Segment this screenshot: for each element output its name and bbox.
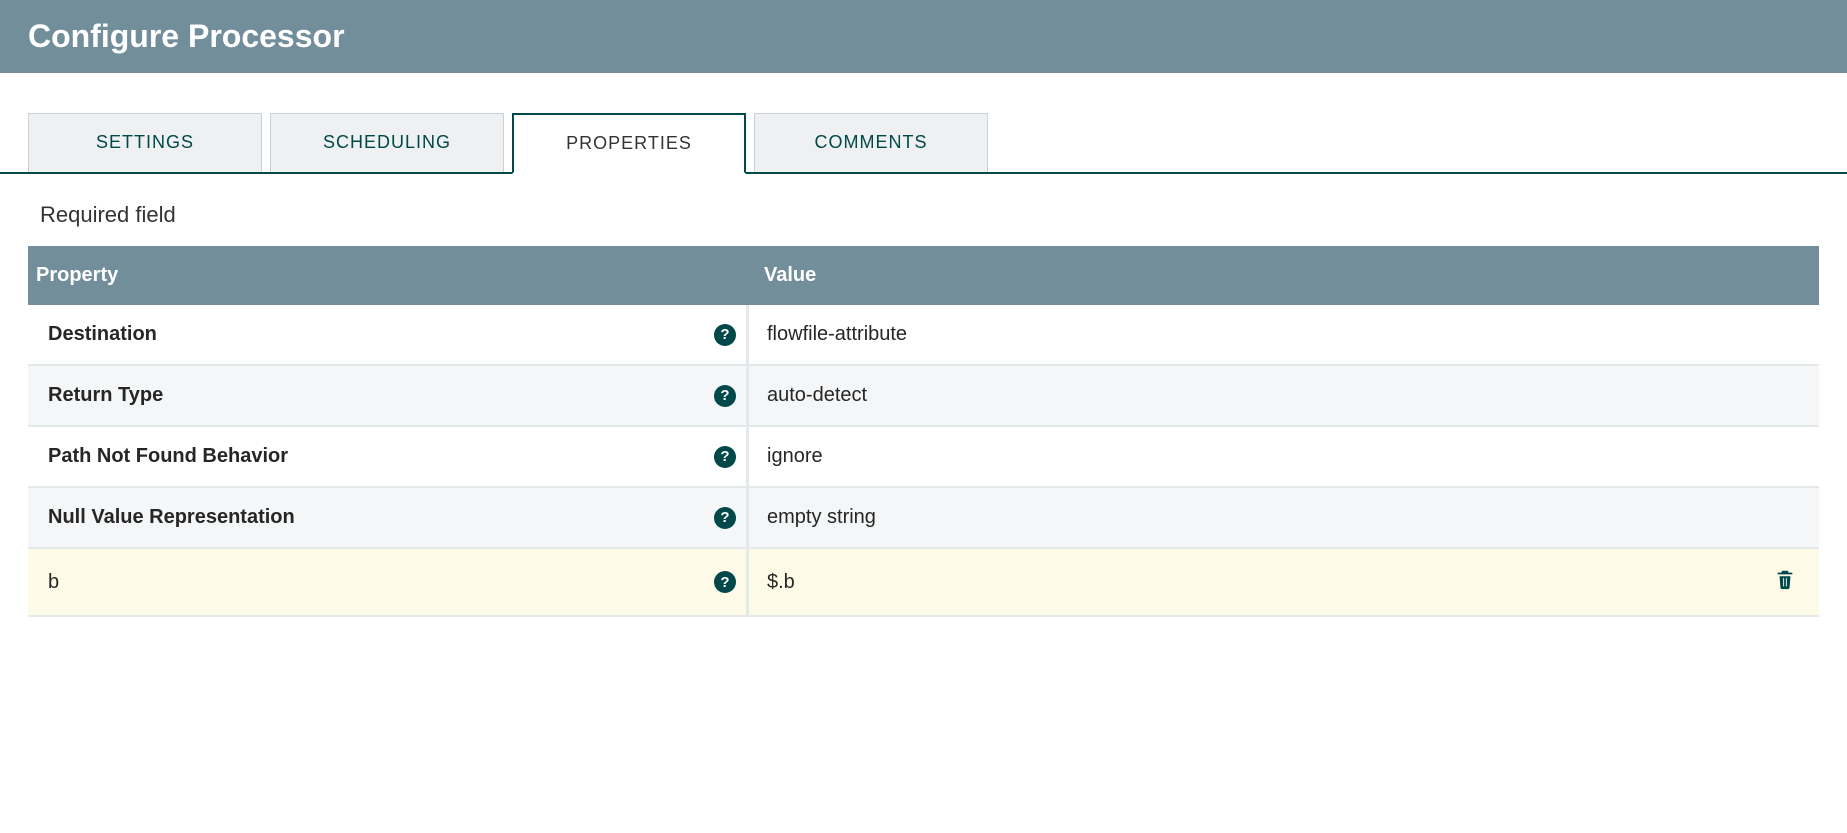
- property-value: flowfile-attribute: [767, 323, 907, 346]
- property-cell: Null Value Representation ?: [28, 488, 746, 547]
- property-value: auto-detect: [767, 384, 867, 407]
- tab-settings[interactable]: SETTINGS: [28, 113, 262, 172]
- actions-cell: [1751, 305, 1819, 364]
- value-cell[interactable]: auto-detect: [746, 366, 1751, 425]
- property-name: b: [48, 571, 714, 594]
- help-icon[interactable]: ?: [714, 385, 736, 407]
- table-header: Property Value: [28, 246, 1819, 305]
- table-body: Destination ? flowfile-attribute Return …: [28, 305, 1819, 617]
- properties-table: Property Value Destination ? flowfile-at…: [28, 246, 1819, 617]
- column-header-property: Property: [28, 246, 746, 305]
- property-cell: Path Not Found Behavior ?: [28, 427, 746, 486]
- property-name: Path Not Found Behavior: [48, 445, 714, 468]
- help-icon[interactable]: ?: [714, 571, 736, 593]
- trash-icon[interactable]: [1774, 567, 1796, 597]
- column-header-actions: [1751, 246, 1819, 305]
- table-row[interactable]: b ? $.b: [28, 549, 1819, 617]
- actions-cell: [1751, 488, 1819, 547]
- value-cell[interactable]: flowfile-attribute: [746, 305, 1751, 364]
- tabs-container: SETTINGS SCHEDULING PROPERTIES COMMENTS: [0, 73, 1847, 174]
- dialog-title: Configure Processor: [28, 18, 1819, 55]
- actions-cell: [1751, 366, 1819, 425]
- property-value: empty string: [767, 506, 876, 529]
- table-row[interactable]: Destination ? flowfile-attribute: [28, 305, 1819, 366]
- tab-comments[interactable]: COMMENTS: [754, 113, 988, 172]
- column-header-value: Value: [746, 246, 1751, 305]
- value-cell[interactable]: $.b: [746, 549, 1751, 615]
- property-cell: Return Type ?: [28, 366, 746, 425]
- property-cell: b ?: [28, 549, 746, 615]
- table-row[interactable]: Path Not Found Behavior ? ignore: [28, 427, 1819, 488]
- tab-properties[interactable]: PROPERTIES: [512, 113, 746, 174]
- property-name: Destination: [48, 323, 714, 346]
- table-row[interactable]: Return Type ? auto-detect: [28, 366, 1819, 427]
- property-name: Return Type: [48, 384, 714, 407]
- help-icon[interactable]: ?: [714, 324, 736, 346]
- dialog-content: SETTINGS SCHEDULING PROPERTIES COMMENTS …: [0, 73, 1847, 617]
- property-cell: Destination ?: [28, 305, 746, 364]
- tab-scheduling[interactable]: SCHEDULING: [270, 113, 504, 172]
- help-icon[interactable]: ?: [714, 507, 736, 529]
- value-cell[interactable]: ignore: [746, 427, 1751, 486]
- property-value: $.b: [767, 571, 795, 594]
- value-cell[interactable]: empty string: [746, 488, 1751, 547]
- dialog-header: Configure Processor: [0, 0, 1847, 73]
- required-field-label: Required field: [0, 174, 1847, 246]
- property-name: Null Value Representation: [48, 506, 714, 529]
- actions-cell: [1751, 427, 1819, 486]
- help-icon[interactable]: ?: [714, 446, 736, 468]
- table-row[interactable]: Null Value Representation ? empty string: [28, 488, 1819, 549]
- property-value: ignore: [767, 445, 823, 468]
- actions-cell: [1751, 549, 1819, 615]
